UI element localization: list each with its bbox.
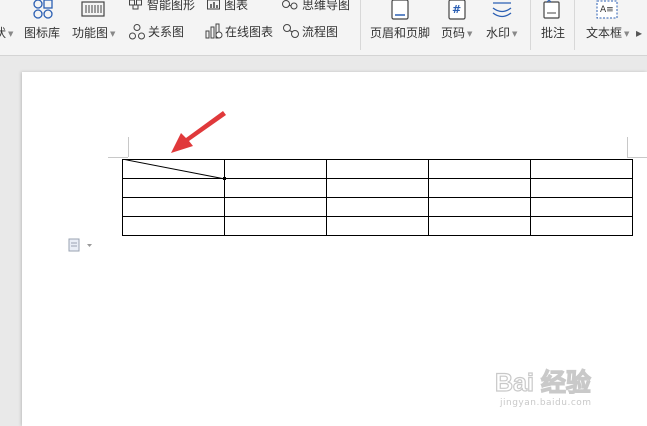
relation-chart-icon [129,24,145,40]
chevron-down-icon: ▼ [512,30,518,38]
textbox-label: 文本框 [586,26,623,40]
table-cell[interactable] [530,178,633,198]
ribbon-separator [360,0,361,50]
page-number-label: 页码 [441,26,466,40]
ribbon-toolbar: 状 ▼ 图标库 功能图 ▼ 智能图形 图表 思维导图 关系图 在线图表 流程图 … [0,0,647,56]
online-chart-label: 在线图表 [225,25,274,39]
function-chart-icon [81,1,105,17]
function-chart-label: 功能图 [72,26,109,40]
comment-icon [543,0,560,19]
table-cell[interactable] [326,178,429,198]
chevron-down-icon: ▼ [467,30,473,38]
ribbon-separator [530,0,531,50]
table-cell[interactable] [530,197,633,217]
table-cell[interactable] [122,178,225,198]
mind-map-label: 思维导图 [302,0,351,12]
comment-label: 批注 [541,26,566,40]
flowchart-label: 流程图 [302,25,339,39]
table-cell[interactable] [428,197,531,217]
page-number-glyph: # [452,3,462,16]
watermark-label: 水印 [486,26,511,40]
red-arrow-icon [171,111,226,153]
chart-icon [207,0,220,10]
cell-diagonal-line [122,159,226,180]
watermark-url: jingyan.baidu.com [500,398,592,408]
table-cell[interactable] [122,197,225,217]
table-cell[interactable] [224,159,327,179]
smart-graphic-icon [129,0,142,10]
table-cell[interactable] [428,178,531,198]
table-row [122,197,633,217]
table-cell[interactable] [530,159,633,179]
crop-mark [627,137,628,157]
table-cell[interactable] [122,216,225,236]
table-row [122,178,633,198]
watermark-icon [492,2,512,18]
flowchart-icon [283,24,299,38]
table-cell[interactable] [326,197,429,217]
table-row [122,216,633,236]
paste-options-icon[interactable] [68,238,96,252]
icon-library-icon [33,0,53,19]
chevron-down-icon: ▼ [110,30,116,38]
crop-mark [627,157,647,158]
ribbon-separator [574,0,575,50]
crop-mark [108,157,128,158]
ribbon-overflow-label[interactable]: ▸ [636,26,642,40]
table-cell[interactable] [428,159,531,179]
mind-map-icon [282,0,298,10]
table-cell[interactable] [224,178,327,198]
textbox-glyph: A≡ [600,5,614,15]
online-chart-icon [205,23,223,39]
table-cell[interactable] [428,216,531,236]
table-cell[interactable] [326,159,429,179]
chevron-down-icon: ▼ [624,30,630,38]
watermark-brand-text: Bai 经验 [495,368,591,397]
ribbon-partial-label[interactable]: 状 [0,26,6,40]
table-cell[interactable] [326,216,429,236]
table-cell[interactable] [530,216,633,236]
relation-chart-label: 关系图 [148,25,185,39]
header-footer-label: 页眉和页脚 [370,26,431,40]
table-cell[interactable] [224,197,327,217]
crop-mark [128,137,129,157]
baidu-logo-watermark: Bai 经验 [495,367,591,397]
icon-library-label: 图标库 [24,26,61,40]
header-footer-icon [391,0,409,20]
chevron-down-icon: ▼ [8,30,14,38]
chart-label: 图表 [224,0,249,12]
table-cell[interactable] [224,216,327,236]
smart-graphic-label: 智能图形 [147,0,196,12]
